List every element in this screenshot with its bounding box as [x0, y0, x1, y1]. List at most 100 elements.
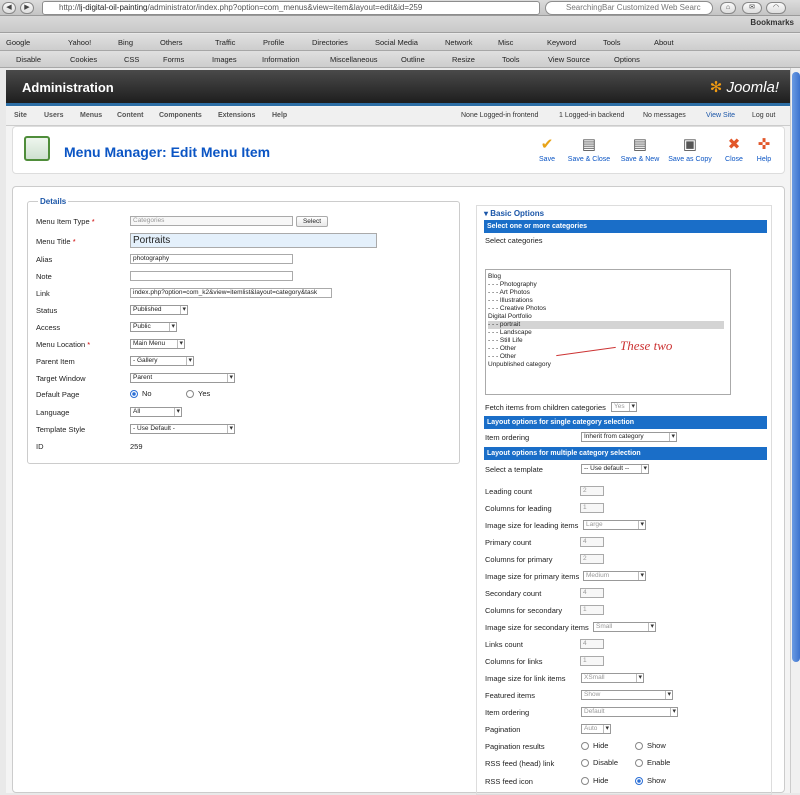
cols-leading-input[interactable]: 1 — [580, 503, 604, 513]
note-input[interactable] — [130, 271, 293, 281]
category-option[interactable]: - - - Other — [488, 353, 724, 361]
item-ordering-select[interactable]: Default — [581, 707, 678, 717]
save-button[interactable]: ✔ Save — [523, 136, 571, 163]
scrollbar-thumb[interactable] — [792, 72, 800, 662]
tb1-network[interactable]: Network — [445, 38, 473, 47]
view-site-link[interactable]: View Site — [706, 112, 735, 119]
categories-listbox[interactable]: Blog - - - Photography - - - Art Photos … — [485, 269, 731, 395]
tb1-misc[interactable]: Misc — [498, 38, 513, 47]
pag-results-hide-radio[interactable]: Hide — [581, 741, 608, 751]
cols-primary-input[interactable]: 2 — [580, 554, 604, 564]
menu-location-select[interactable]: Main Menu — [130, 339, 185, 349]
language-select[interactable]: All — [130, 407, 182, 417]
rss-icon[interactable]: ◠ — [766, 2, 786, 14]
tb1-traffic[interactable]: Traffic — [215, 38, 235, 47]
tb1-yahoo[interactable]: Yahoo! — [68, 38, 91, 47]
home-icon[interactable]: ⌂ — [720, 2, 736, 14]
img-leading-select[interactable]: Large — [583, 520, 646, 530]
parent-item-select[interactable]: - Gallery — [130, 356, 194, 366]
tb1-google[interactable]: Google — [6, 38, 30, 47]
category-option[interactable]: Digital Portfolio — [488, 313, 724, 321]
menu-help[interactable]: Help — [272, 112, 287, 119]
back-button[interactable]: ◀ — [2, 2, 16, 14]
img-primary-select[interactable]: Medium — [583, 571, 646, 581]
category-option[interactable]: - - - Still Life — [488, 337, 724, 345]
tb2-disable[interactable]: Disable — [16, 55, 41, 64]
category-option-selected[interactable]: - - - portrait — [488, 321, 724, 329]
basic-options-toggle[interactable]: ▾ Basic Options — [484, 209, 544, 218]
tb1-tools[interactable]: Tools — [603, 38, 621, 47]
tb2-options[interactable]: Options — [614, 55, 640, 64]
category-option[interactable]: - - - Creative Photos — [488, 305, 724, 313]
tb2-css[interactable]: CSS — [124, 55, 139, 64]
primary-count-input[interactable]: 4 — [580, 537, 604, 547]
tb1-social-media[interactable]: Social Media — [375, 38, 418, 47]
pagination-select[interactable]: Auto — [581, 724, 611, 734]
select-template-select[interactable]: -- Use default -- — [581, 464, 649, 474]
links-count-input[interactable]: 4 — [580, 639, 604, 649]
featured-items-select[interactable]: Show — [581, 690, 673, 700]
status-select[interactable]: Published — [130, 305, 188, 315]
tb1-others[interactable]: Others — [160, 38, 183, 47]
tb2-images[interactable]: Images — [212, 55, 237, 64]
tb2-resize[interactable]: Resize — [452, 55, 475, 64]
category-option[interactable]: Blog — [488, 273, 724, 281]
tb2-tools[interactable]: Tools — [502, 55, 520, 64]
img-links-select[interactable]: XSmall — [581, 673, 644, 683]
tb2-outline[interactable]: Outline — [401, 55, 425, 64]
secondary-count-input[interactable]: 4 — [580, 588, 604, 598]
default-yes-radio[interactable]: Yes — [186, 389, 210, 399]
cols-secondary-input[interactable]: 1 — [580, 605, 604, 615]
link-input[interactable]: index.php?option=com_k2&view=itemlist&la… — [130, 288, 332, 298]
help-button[interactable]: ✜ Help — [744, 136, 784, 163]
page-scrollbar[interactable] — [790, 68, 800, 793]
tb1-keyword[interactable]: Keyword — [547, 38, 576, 47]
rss-icon-hide-radio[interactable]: Hide — [581, 776, 608, 786]
alias-input[interactable]: photography — [130, 254, 293, 264]
tb2-information[interactable]: Information — [262, 55, 300, 64]
save-copy-button[interactable]: ▣ Save as Copy — [666, 136, 714, 163]
category-option[interactable]: - - - Illustrations — [488, 297, 724, 305]
leading-count-input[interactable]: 2 — [580, 486, 604, 496]
cols-links-input[interactable]: 1 — [580, 656, 604, 666]
tb2-forms[interactable]: Forms — [163, 55, 184, 64]
rss-link-disable-radio[interactable]: Disable — [581, 758, 618, 768]
save-new-button[interactable]: ▤ Save & New — [616, 136, 664, 163]
menu-content[interactable]: Content — [117, 112, 143, 119]
access-select[interactable]: Public — [130, 322, 177, 332]
select-type-button[interactable]: Select — [296, 216, 328, 227]
menu-site[interactable]: Site — [14, 112, 27, 119]
pag-results-show-radio[interactable]: Show — [635, 741, 666, 751]
template-style-select[interactable]: - Use Default - — [130, 424, 235, 434]
search-bar[interactable]: SearchingBar Customized Web Searc — [545, 1, 713, 15]
tb2-cookies[interactable]: Cookies — [70, 55, 97, 64]
category-option[interactable]: Unpublished category — [488, 361, 724, 369]
tb1-about[interactable]: About — [654, 38, 674, 47]
addon-icon[interactable]: ✉ — [742, 2, 762, 14]
menu-menus[interactable]: Menus — [80, 112, 102, 119]
tb1-bing[interactable]: Bing — [118, 38, 133, 47]
category-option[interactable]: - - - Art Photos — [488, 289, 724, 297]
status-messages[interactable]: No messages — [643, 112, 686, 119]
tb2-miscellaneous[interactable]: Miscellaneous — [330, 55, 378, 64]
menu-extensions[interactable]: Extensions — [218, 112, 255, 119]
category-option[interactable]: - - - Photography — [488, 281, 724, 289]
menu-users[interactable]: Users — [44, 112, 63, 119]
default-no-radio[interactable]: No — [130, 389, 152, 399]
tb1-profile[interactable]: Profile — [263, 38, 284, 47]
save-close-button[interactable]: ▤ Save & Close — [565, 136, 613, 163]
url-bar[interactable]: http://lj-digital-oil-painting/administr… — [42, 1, 540, 15]
bookmarks-button[interactable]: Bookmarks — [750, 18, 794, 27]
fetch-children-select[interactable]: Yes — [611, 402, 637, 412]
forward-button[interactable]: ▶ — [20, 2, 34, 14]
tb2-view-source[interactable]: View Source — [548, 55, 590, 64]
rss-icon-show-radio[interactable]: Show — [635, 776, 666, 786]
logout-link[interactable]: Log out — [752, 112, 775, 119]
img-secondary-select[interactable]: Small — [593, 622, 656, 632]
tb1-directories[interactable]: Directories — [312, 38, 348, 47]
rss-link-enable-radio[interactable]: Enable — [635, 758, 670, 768]
item-ordering-single-select[interactable]: Inherit from category — [581, 432, 677, 442]
target-window-select[interactable]: Parent — [130, 373, 235, 383]
menu-components[interactable]: Components — [159, 112, 202, 119]
category-option[interactable]: - - - Landscape — [488, 329, 724, 337]
